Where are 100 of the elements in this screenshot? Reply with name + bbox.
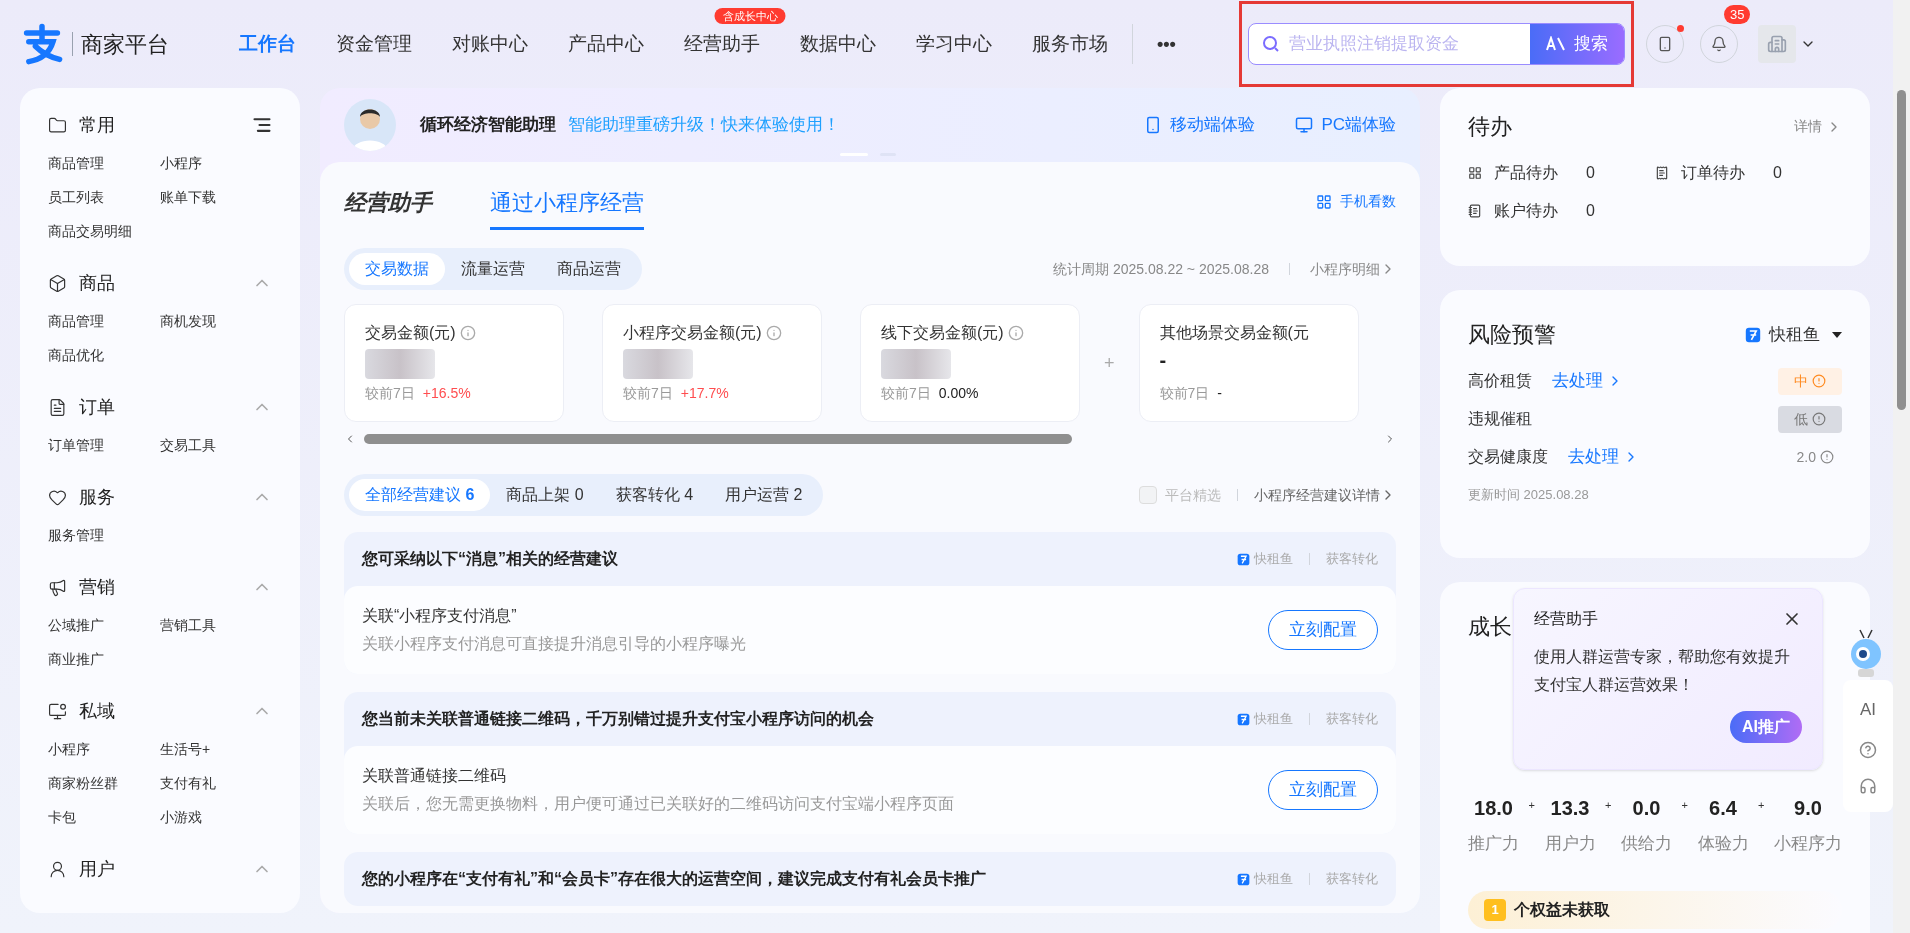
nav-link[interactable]: 服务市场	[1032, 32, 1108, 54]
suggestion-title: 您的小程序在“支付有礼”和“会员卡”存在很大的运营空间，建议完成支付有礼会员卡推广	[362, 869, 986, 889]
ai-promote-button[interactable]: AI推广	[1730, 711, 1802, 743]
section-title: 常用	[79, 113, 115, 137]
assistant-slogan: 智能助理重磅升级！快来体验使用！	[568, 114, 840, 137]
monitor-icon	[48, 701, 67, 721]
sidebar-item[interactable]: 营销工具	[160, 608, 272, 642]
app-logo-icon	[1745, 326, 1761, 343]
phone-view-link[interactable]: 手机看数	[1316, 191, 1396, 212]
assistant-avatar	[344, 99, 396, 151]
popup-title: 经营助手	[1534, 609, 1598, 629]
sidebar-item[interactable]: 账单下载	[160, 180, 272, 214]
vertical-scrollbar[interactable]	[1893, 0, 1910, 933]
rights-count: 1	[1484, 898, 1506, 921]
section-title: 订单	[79, 395, 115, 419]
grid-icon	[1468, 166, 1482, 180]
sidebar-item[interactable]: 商品交易明细	[48, 214, 160, 248]
suggestion-title: 您可采纳以下“消息”相关的经营建议	[362, 549, 618, 569]
headset-icon[interactable]	[1859, 776, 1877, 795]
plus-sign: +	[1605, 798, 1612, 813]
data-tab[interactable]: 交易数据	[349, 253, 445, 285]
menu-icon[interactable]	[252, 115, 272, 135]
help-icon[interactable]	[1859, 740, 1877, 759]
todo-item[interactable]: 订单待办	[1681, 161, 1773, 185]
todo-item[interactable]: 账户待办	[1494, 199, 1586, 223]
app-logo-icon	[1237, 872, 1250, 886]
suggestion-tab[interactable]: 全部经营建议 6	[349, 479, 491, 511]
ai-icon	[1545, 36, 1566, 52]
sidebar-item[interactable]: 商品管理	[48, 146, 160, 180]
nav-link[interactable]: 学习中心	[916, 32, 992, 54]
sidebar-item[interactable]: 商品管理	[48, 304, 160, 338]
period-text: 统计周期 2025.08.22 ~ 2025.08.28	[1053, 259, 1269, 279]
section-title: 服务	[79, 485, 115, 509]
sidebar-item[interactable]: 服务管理	[48, 518, 160, 552]
megaphone-icon	[48, 577, 67, 597]
nav-link[interactable]: 资金管理	[336, 32, 412, 54]
sidebar-item[interactable]: 商品优化	[48, 338, 160, 372]
score-label: 小程序力	[1774, 833, 1842, 855]
score-label: 体验力	[1697, 833, 1749, 855]
compare-label: 较前7日	[1159, 384, 1210, 403]
sidebar-item[interactable]: 卡包	[48, 800, 160, 834]
sidebar-item[interactable]: 公域推广	[48, 608, 160, 642]
compare-label: 较前7日	[365, 384, 415, 403]
category-label: 获客转化	[1326, 710, 1378, 729]
sidebar-item[interactable]: 生活号+	[160, 732, 272, 766]
ai-button[interactable]: AI	[1859, 697, 1877, 723]
suggestion-tab[interactable]: 获客转化 4	[599, 479, 710, 511]
detail-link[interactable]: 小程序明细	[1310, 258, 1396, 280]
metric-title: 线下交易金额(元)	[881, 323, 1004, 343]
sidebar-item[interactable]: 商家粉丝群	[48, 766, 160, 800]
sidebar-item[interactable]: 小程序	[160, 146, 272, 180]
data-tab[interactable]: 流量运营	[445, 253, 541, 285]
section-title: 营销	[79, 575, 115, 599]
experience-link[interactable]: PC端体验	[1295, 112, 1396, 138]
app-dropdown[interactable]: 快租鱼	[1769, 321, 1842, 348]
sidebar-item[interactable]: 员工列表	[48, 180, 160, 214]
nav-link[interactable]: 对账中心	[452, 32, 528, 54]
update-time: 更新时间 2025.08.28	[1468, 486, 1590, 504]
suggestion-tab[interactable]: 用户运营 2	[709, 479, 819, 511]
notification-count: 35	[1723, 5, 1751, 24]
handle-link[interactable]: 去处理	[1568, 444, 1639, 470]
sidebar-item[interactable]: 订单管理	[48, 428, 160, 462]
assistant-name: 循环经济智能助理	[420, 114, 556, 137]
score-label: 推广力	[1468, 833, 1519, 855]
more-button[interactable]: •••	[1149, 30, 1184, 58]
sidebar-item[interactable]: 支付有礼	[160, 766, 272, 800]
sidebar-item[interactable]: 小程序	[48, 732, 160, 766]
main-tab[interactable]: 经营助手	[344, 186, 432, 230]
suggestion-tab[interactable]: 商品上架 0	[490, 479, 600, 511]
nav-link[interactable]: 经营助手	[684, 32, 760, 54]
sidebar-item[interactable]: 小游戏	[160, 800, 272, 834]
sidebar-item[interactable]: 商业推广	[48, 642, 160, 676]
sidebar-item[interactable]: 商机发现	[160, 304, 272, 338]
todo-detail-link[interactable]: 详情	[1794, 116, 1842, 137]
handle-link[interactable]: 去处理	[1552, 368, 1623, 394]
suggestion-detail-link[interactable]: 小程序经营建议详情	[1254, 484, 1396, 506]
score-label: 用户力	[1544, 833, 1596, 855]
blurred-value	[881, 349, 951, 379]
sidebar-item[interactable]: 交易工具	[160, 428, 272, 462]
main-tab[interactable]: 通过小程序经营	[490, 186, 644, 230]
ai-search-icon	[1260, 34, 1281, 54]
configure-button[interactable]: 立刻配置	[1268, 770, 1378, 810]
nav-link[interactable]: 数据中心	[800, 32, 876, 54]
bell-icon	[1710, 36, 1727, 52]
platform-name: 商家平台	[81, 30, 169, 59]
todo-item[interactable]: 产品待办	[1494, 161, 1586, 185]
configure-button[interactable]: 立刻配置	[1268, 610, 1378, 650]
search-field[interactable]: 营业执照注销提取资金 搜索	[1247, 23, 1625, 65]
document-icon	[48, 397, 67, 417]
section-title: 商品	[79, 271, 115, 295]
experience-link[interactable]: 移动端体验	[1144, 112, 1256, 138]
grid-icon	[1316, 193, 1332, 210]
data-tab[interactable]: 商品运营	[541, 253, 637, 285]
popup-text: 使用人群运营专家，帮助您有效提升支付宝人群运营效果！	[1534, 647, 1791, 695]
search-button[interactable]: 搜索	[1529, 24, 1624, 64]
plus-sign: +	[1758, 798, 1765, 813]
plus-sign: +	[1681, 798, 1688, 813]
app-logo-icon	[1237, 552, 1250, 566]
suggestion-item: 关联普通链接二维码	[362, 766, 507, 786]
nav-link[interactable]: 产品中心	[568, 32, 644, 54]
